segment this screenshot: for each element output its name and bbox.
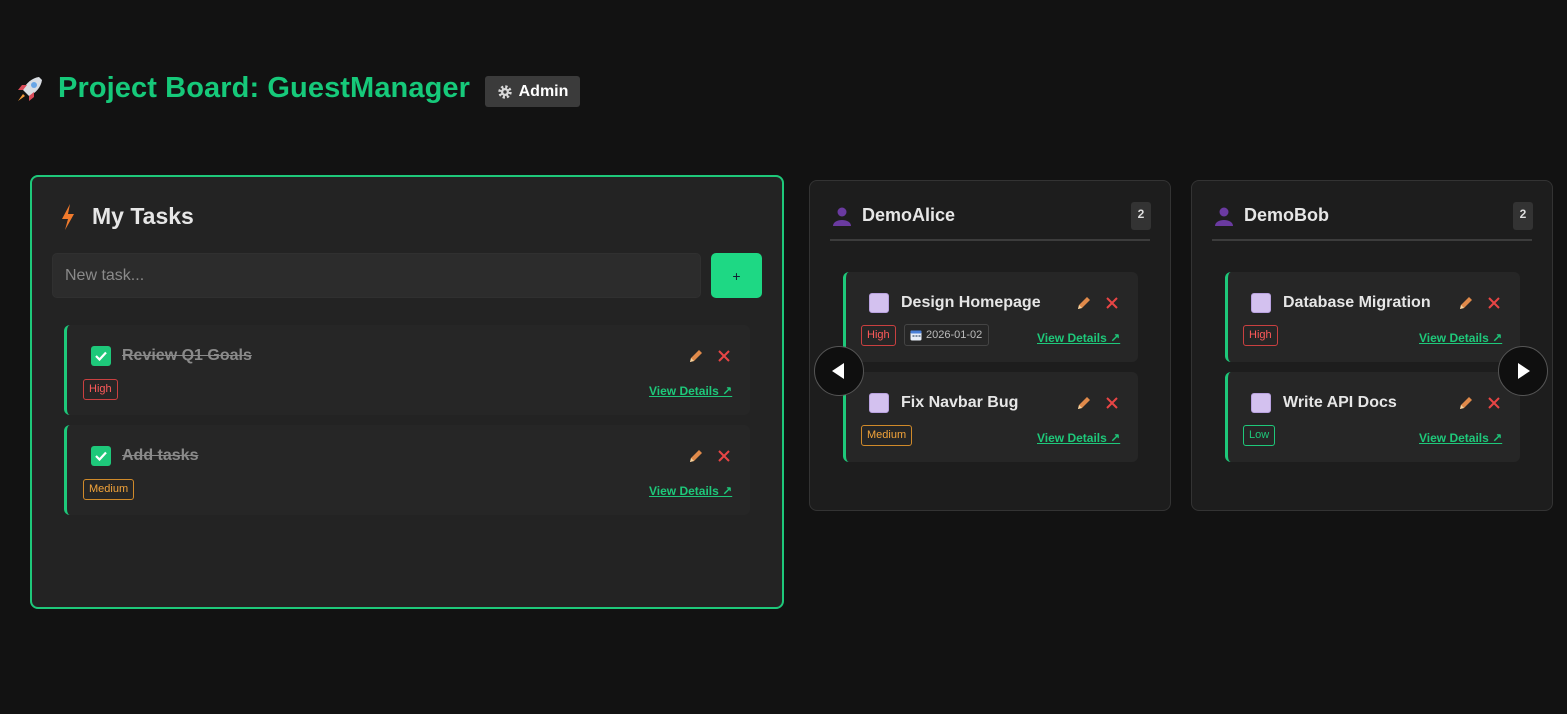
task-count-badge: 2 (1513, 202, 1533, 230)
task-checkbox[interactable] (869, 293, 889, 313)
divider (1212, 239, 1532, 241)
task-card: Review Q1 Goals High View Details ↗ (64, 325, 750, 415)
pencil-icon[interactable] (1075, 294, 1093, 312)
view-details-link[interactable]: View Details ↗ (1037, 331, 1120, 345)
task-title: Write API Docs (1283, 394, 1397, 411)
my-tasks-panel: My Tasks + Review Q1 Goals High View Det… (30, 175, 784, 609)
priority-badge: Low (1243, 425, 1276, 446)
admin-label: Admin (518, 82, 569, 100)
view-details-link[interactable]: View Details ↗ (1419, 331, 1502, 345)
divider (830, 239, 1150, 241)
lightning-icon (62, 203, 74, 230)
task-count-badge: 2 (1131, 202, 1151, 230)
due-date: 2026-01-02 (926, 329, 983, 341)
add-task-button[interactable]: + (711, 253, 762, 298)
view-details-link[interactable]: View Details ↗ (649, 384, 732, 398)
user-icon (1215, 207, 1233, 226)
view-details-link[interactable]: View Details ↗ (649, 484, 732, 498)
close-icon[interactable] (1103, 294, 1121, 312)
task-card: Design Homepage High 2026-01-02 View Det… (843, 272, 1138, 362)
new-task-input[interactable] (52, 253, 701, 298)
pencil-icon[interactable] (1457, 394, 1475, 412)
task-card: Write API Docs Low View Details ↗ (1225, 372, 1520, 462)
task-checkbox[interactable] (869, 393, 889, 413)
gear-icon (497, 84, 512, 99)
task-title: Review Q1 Goals (122, 347, 252, 364)
page-header: Project Board: GuestManager Admin (14, 72, 581, 107)
member-header: DemoBob (1214, 205, 1329, 226)
pencil-icon[interactable] (1457, 294, 1475, 312)
pencil-icon[interactable] (687, 447, 705, 465)
due-date-chip: 2026-01-02 (904, 324, 990, 346)
task-card: Database Migration High View Details ↗ (1225, 272, 1520, 362)
task-title: Database Migration (1283, 294, 1431, 311)
task-checkbox[interactable] (91, 446, 111, 466)
arrow-right-icon (1518, 363, 1530, 379)
user-icon (833, 207, 851, 226)
member-panel-demobob: DemoBob 2 Database Migration High View D… (1191, 180, 1553, 511)
close-icon[interactable] (1485, 394, 1503, 412)
member-name: DemoAlice (862, 205, 956, 225)
task-title: Design Homepage (901, 294, 1041, 311)
task-title: Fix Navbar Bug (901, 394, 1019, 411)
checkmark-icon (95, 451, 107, 462)
pencil-icon[interactable] (687, 347, 705, 365)
admin-button[interactable]: Admin (485, 76, 581, 107)
task-card: Fix Navbar Bug Medium View Details ↗ (843, 372, 1138, 462)
my-tasks-title: My Tasks (92, 203, 194, 229)
scroll-right-button[interactable] (1498, 346, 1548, 396)
close-icon[interactable] (1103, 394, 1121, 412)
checkmark-icon (95, 351, 107, 362)
task-checkbox[interactable] (1251, 293, 1271, 313)
priority-badge: Medium (861, 425, 913, 446)
view-details-link[interactable]: View Details ↗ (1037, 431, 1120, 445)
pencil-icon[interactable] (1075, 394, 1093, 412)
priority-badge: High (861, 325, 896, 346)
priority-badge: High (1243, 325, 1278, 346)
close-icon[interactable] (715, 447, 733, 465)
member-header: DemoAlice (832, 205, 955, 226)
my-tasks-header: My Tasks (60, 203, 194, 230)
member-panel-demoalice: DemoAlice 2 Design Homepage High 2026-01… (809, 180, 1171, 511)
rocket-icon (18, 76, 42, 101)
close-icon[interactable] (715, 347, 733, 365)
task-card: Add tasks Medium View Details ↗ (64, 425, 750, 515)
close-icon[interactable] (1485, 294, 1503, 312)
task-checkbox[interactable] (91, 346, 111, 366)
member-name: DemoBob (1244, 205, 1329, 225)
task-title: Add tasks (122, 447, 199, 464)
scroll-left-button[interactable] (814, 346, 864, 396)
priority-badge: High (83, 379, 118, 400)
arrow-left-icon (832, 363, 844, 379)
view-details-link[interactable]: View Details ↗ (1419, 431, 1502, 445)
page-title: Project Board: GuestManager (58, 72, 471, 104)
calendar-icon (910, 330, 922, 341)
task-checkbox[interactable] (1251, 393, 1271, 413)
priority-badge: Medium (83, 479, 135, 500)
